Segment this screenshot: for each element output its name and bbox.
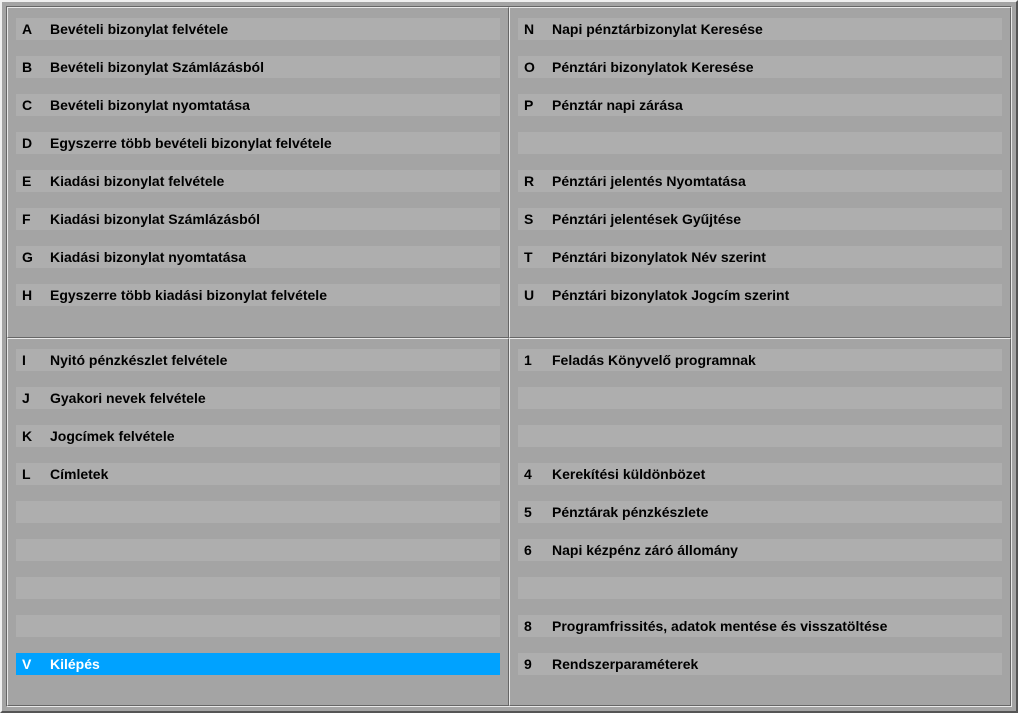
menu-label: Feladás Könyvelő programnak [550, 349, 756, 371]
hotkey: 4 [518, 463, 550, 485]
menu-item[interactable]: UPénztári bizonylatok Jogcím szerint [518, 284, 1002, 306]
menu-item[interactable]: PPénztár napi zárása [518, 94, 1002, 116]
menu-label: Rendszerparaméterek [550, 653, 698, 675]
hotkey: E [16, 170, 48, 192]
hotkey: H [16, 284, 48, 306]
hotkey: N [518, 18, 550, 40]
menu-item[interactable]: ABevételi bizonylat felvétele [16, 18, 500, 40]
menu-item[interactable]: 5Pénztárak pénzkészlete [518, 501, 1002, 523]
menu-label: Címletek [48, 463, 108, 485]
menu-item[interactable]: BBevételi bizonylat Számlázásból [16, 56, 500, 78]
menu-item[interactable]: LCímletek [16, 463, 500, 485]
hotkey: F [16, 208, 48, 230]
menu-item[interactable]: 9Rendszerparaméterek [518, 653, 1002, 675]
menu-label: Pénztári jelentés Nyomtatása [550, 170, 746, 192]
menu-item[interactable]: JGyakori nevek felvétele [16, 387, 500, 409]
menu-item-blank [518, 425, 1002, 447]
hotkey: U [518, 284, 550, 306]
menu-label: Pénztári bizonylatok Keresése [550, 56, 754, 78]
hotkey: T [518, 246, 550, 268]
hotkey: C [16, 94, 48, 116]
menu-item[interactable]: EKiadási bizonylat felvétele [16, 170, 500, 192]
menu-label: Pénztár napi zárása [550, 94, 683, 116]
menu-item-blank [518, 387, 1002, 409]
hotkey: G [16, 246, 48, 268]
menu-item[interactable]: OPénztári bizonylatok Keresése [518, 56, 1002, 78]
hotkey: 1 [518, 349, 550, 371]
menu-item[interactable]: NNapi pénztárbizonylat Keresése [518, 18, 1002, 40]
hotkey: K [16, 425, 48, 447]
menu-label: Bevételi bizonylat Számlázásból [48, 56, 264, 78]
main-window: ABevételi bizonylat felvétele BBevételi … [0, 0, 1018, 713]
menu-item-blank [518, 132, 1002, 154]
menu-label: Bevételi bizonylat felvétele [48, 18, 228, 40]
menu-item[interactable]: KJogcímek felvétele [16, 425, 500, 447]
menu-label: Kilépés [48, 653, 100, 675]
menu-item[interactable]: RPénztári jelentés Nyomtatása [518, 170, 1002, 192]
hotkey: 8 [518, 615, 550, 637]
hotkey: I [16, 349, 48, 371]
menu-item-blank [16, 577, 500, 599]
panel-top-right: NNapi pénztárbizonylat Keresése OPénztár… [509, 7, 1011, 338]
hotkey: L [16, 463, 48, 485]
menu-item-blank [16, 501, 500, 523]
hotkey: D [16, 132, 48, 154]
menu-item[interactable]: 4Kerekítési küldönbözet [518, 463, 1002, 485]
panel-top-left: ABevételi bizonylat felvétele BBevételi … [7, 7, 509, 338]
menu-label: Kiadási bizonylat nyomtatása [48, 246, 246, 268]
menu-label: Jogcímek felvétele [48, 425, 175, 447]
menu-item[interactable]: SPénztári jelentések Gyűjtése [518, 208, 1002, 230]
hotkey: S [518, 208, 550, 230]
menu-item-blank [16, 615, 500, 637]
menu-item-blank [16, 539, 500, 561]
hotkey: P [518, 94, 550, 116]
menu-item[interactable]: DEgyszerre több bevételi bizonylat felvé… [16, 132, 500, 154]
menu-label: Pénztárak pénzkészlete [550, 501, 708, 523]
panel-bottom-right: 1Feladás Könyvelő programnak 4Kerekítési… [509, 338, 1011, 707]
menu-label: Pénztári jelentések Gyűjtése [550, 208, 741, 230]
menu-grid: ABevételi bizonylat felvétele BBevételi … [6, 6, 1012, 707]
menu-item[interactable]: 1Feladás Könyvelő programnak [518, 349, 1002, 371]
hotkey: O [518, 56, 550, 78]
menu-label: Programfrissités, adatok mentése és viss… [550, 615, 887, 637]
menu-item[interactable]: 8Programfrissités, adatok mentése és vis… [518, 615, 1002, 637]
hotkey: 6 [518, 539, 550, 561]
menu-item[interactable]: TPénztári bizonylatok Név szerint [518, 246, 1002, 268]
hotkey: A [16, 18, 48, 40]
menu-item[interactable]: FKiadási bizonylat Számlázásból [16, 208, 500, 230]
hotkey: B [16, 56, 48, 78]
menu-item[interactable]: GKiadási bizonylat nyomtatása [16, 246, 500, 268]
menu-item[interactable]: HEgyszerre több kiadási bizonylat felvét… [16, 284, 500, 306]
hotkey: V [16, 653, 48, 675]
menu-item-blank [518, 577, 1002, 599]
menu-label: Kerekítési küldönbözet [550, 463, 705, 485]
menu-label: Kiadási bizonylat Számlázásból [48, 208, 260, 230]
menu-label: Napi pénztárbizonylat Keresése [550, 18, 763, 40]
menu-label: Gyakori nevek felvétele [48, 387, 206, 409]
menu-label: Egyszerre több kiadási bizonylat felvéte… [48, 284, 327, 306]
menu-item-exit[interactable]: VKilépés [16, 653, 500, 675]
menu-label: Bevételi bizonylat nyomtatása [48, 94, 250, 116]
hotkey: R [518, 170, 550, 192]
menu-label: Nyitó pénzkészlet felvétele [48, 349, 227, 371]
menu-item[interactable]: CBevételi bizonylat nyomtatása [16, 94, 500, 116]
panel-bottom-left: INyitó pénzkészlet felvétele JGyakori ne… [7, 338, 509, 707]
menu-label: Pénztári bizonylatok Név szerint [550, 246, 766, 268]
menu-item[interactable]: INyitó pénzkészlet felvétele [16, 349, 500, 371]
menu-label: Pénztári bizonylatok Jogcím szerint [550, 284, 789, 306]
menu-label: Egyszerre több bevételi bizonylat felvét… [48, 132, 332, 154]
hotkey: J [16, 387, 48, 409]
menu-label: Kiadási bizonylat felvétele [48, 170, 224, 192]
menu-label: Napi kézpénz záró állomány [550, 539, 738, 561]
menu-item[interactable]: 6Napi kézpénz záró állomány [518, 539, 1002, 561]
hotkey: 5 [518, 501, 550, 523]
hotkey: 9 [518, 653, 550, 675]
